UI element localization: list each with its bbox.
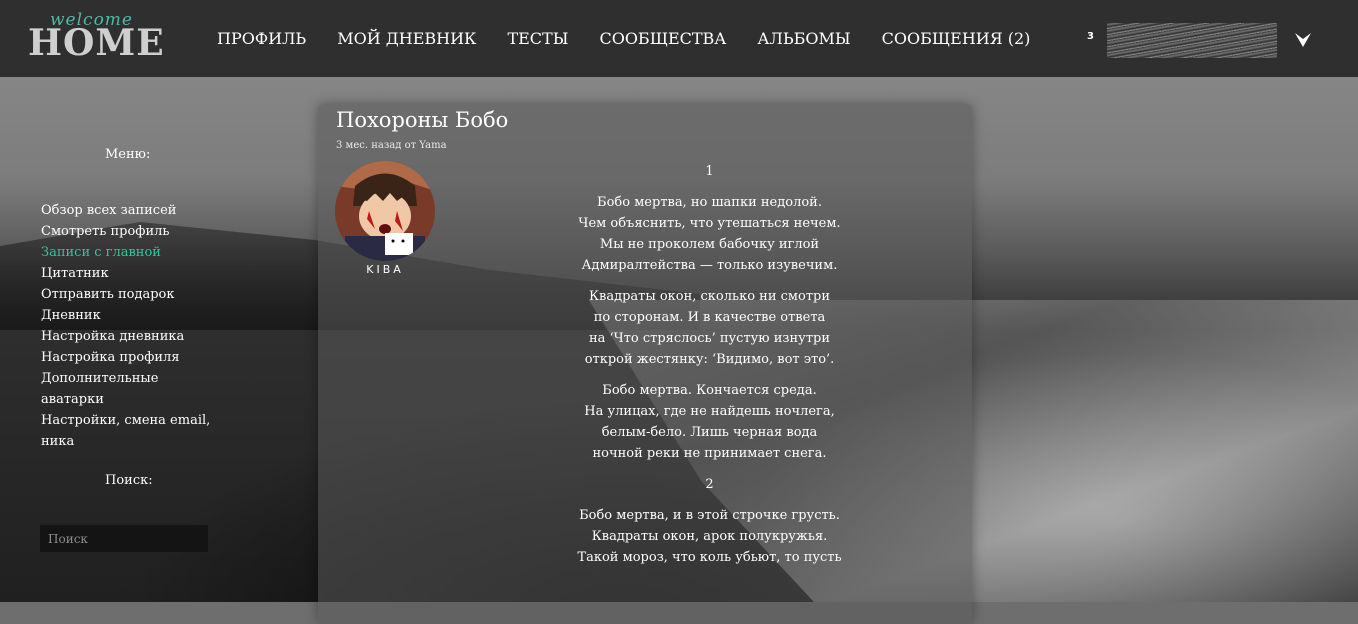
nav-albums[interactable]: АЛЬБОМЫ — [757, 29, 850, 49]
poem-stanza: Бобо мертва. Кончается среда. На улицах, … — [548, 380, 871, 464]
menu-title: Меню: — [105, 147, 151, 162]
post-meta: 3 мес. назад от Yama — [336, 140, 447, 151]
nav-my-diary[interactable]: МОЙ ДНЕВНИК — [337, 29, 476, 49]
post-body: 1 Бобо мертва, но шапки недолой. Чем объяс… — [548, 161, 871, 578]
nav-profile[interactable]: ПРОФИЛЬ — [217, 29, 306, 49]
poem-line: белым-бело. Лишь черная вода — [601, 425, 818, 440]
poem-line: Мы не проколем бабочку иглой — [599, 237, 820, 252]
site-logo[interactable]: welcome HOME — [28, 10, 164, 65]
sidebar-menu-item[interactable]: Отправить подарок — [41, 284, 221, 305]
poem-line: открой жестянку: ‘Видимо, вот это’. — [584, 352, 835, 367]
top-navigation-bar: welcome HOME ПРОФИЛЬ МОЙ ДНЕВНИК ТЕСТЫ С… — [0, 0, 1358, 77]
logo-home-text: HOME — [28, 22, 165, 64]
poem-stanza: Квадраты окон, сколько ни смотри по сторо… — [548, 286, 871, 370]
search-title: Поиск: — [105, 473, 153, 488]
main-nav: ПРОФИЛЬ МОЙ ДНЕВНИК ТЕСТЫ СООБЩЕСТВА АЛЬ… — [217, 29, 1061, 49]
sidebar-menu-item[interactable]: Настройка дневника — [41, 326, 221, 347]
poem-line: ночной реки не принимает снега. — [592, 446, 827, 461]
sidebar: Меню: Обзор всех записей Смотреть профиль… — [0, 77, 280, 602]
poem-line: Такой мороз, что коль убьют, то пусть — [577, 550, 842, 565]
sidebar-menu-item[interactable]: Обзор всех записей — [41, 200, 221, 221]
poem-line: Квадраты окон, арок полукружья. — [591, 529, 828, 544]
post-title[interactable]: Похороны Бобо — [336, 108, 508, 132]
nav-tests[interactable]: ТЕСТЫ — [507, 29, 568, 49]
poem-line: Квадраты окон, сколько ни смотри — [588, 289, 831, 304]
poem-line: по сторонам. И в качестве ответа — [593, 310, 826, 325]
post-card: Похороны Бобо 3 мес. назад от Yama KIBA … — [318, 104, 972, 624]
notification-count[interactable]: 3 — [1087, 31, 1094, 42]
section-number: 1 — [705, 164, 714, 179]
sidebar-menu-item[interactable]: Настройки, смена email, ника — [41, 410, 221, 452]
poem-line: Адмиралтейства — только изувечим. — [581, 258, 838, 273]
sidebar-menu-item[interactable]: Настройка профиля — [41, 347, 221, 368]
avatar-illustration — [335, 161, 435, 261]
author-avatar[interactable] — [335, 161, 435, 261]
sidebar-menu-item[interactable]: Дополнительные аватарки — [41, 368, 221, 410]
poem-line: Бобо мертва. Кончается среда. — [602, 383, 817, 398]
sidebar-menu-item[interactable]: Дневник — [41, 305, 221, 326]
sidebar-menu-item[interactable]: Смотреть профиль — [41, 221, 221, 242]
sidebar-menu-item[interactable]: Записи с главной — [41, 242, 221, 263]
poem-line: На улицах, где не найдешь ночлега, — [584, 404, 835, 419]
search-input[interactable] — [40, 525, 208, 552]
poem-line: на ‘Что стряслось’ пустую изнутри — [589, 331, 830, 346]
nav-communities[interactable]: СООБЩЕСТВА — [599, 29, 726, 49]
section-number: 2 — [705, 477, 714, 492]
poem-stanza: Бобо мертва, и в этой строчке грусть. Ква… — [548, 505, 871, 568]
poem-stanza: Бобо мертва, но шапки недолой. Чем объясн… — [548, 192, 871, 276]
user-banner-image[interactable] — [1107, 23, 1277, 58]
sidebar-menu: Обзор всех записей Смотреть профиль Записи… — [41, 200, 221, 452]
sidebar-menu-item[interactable]: Цитатник — [41, 263, 221, 284]
chevron-down-icon[interactable] — [1294, 31, 1312, 49]
nav-messages[interactable]: СООБЩЕНИЯ (2) — [882, 29, 1031, 49]
author-name[interactable]: KIBA — [335, 263, 435, 276]
poem-line: Бобо мертва, но шапки недолой. — [597, 195, 822, 210]
poem-line: Бобо мертва, и в этой строчке грусть. — [579, 508, 840, 523]
poem-line: Чем объяснить, что утешаться нечем. — [578, 216, 841, 231]
